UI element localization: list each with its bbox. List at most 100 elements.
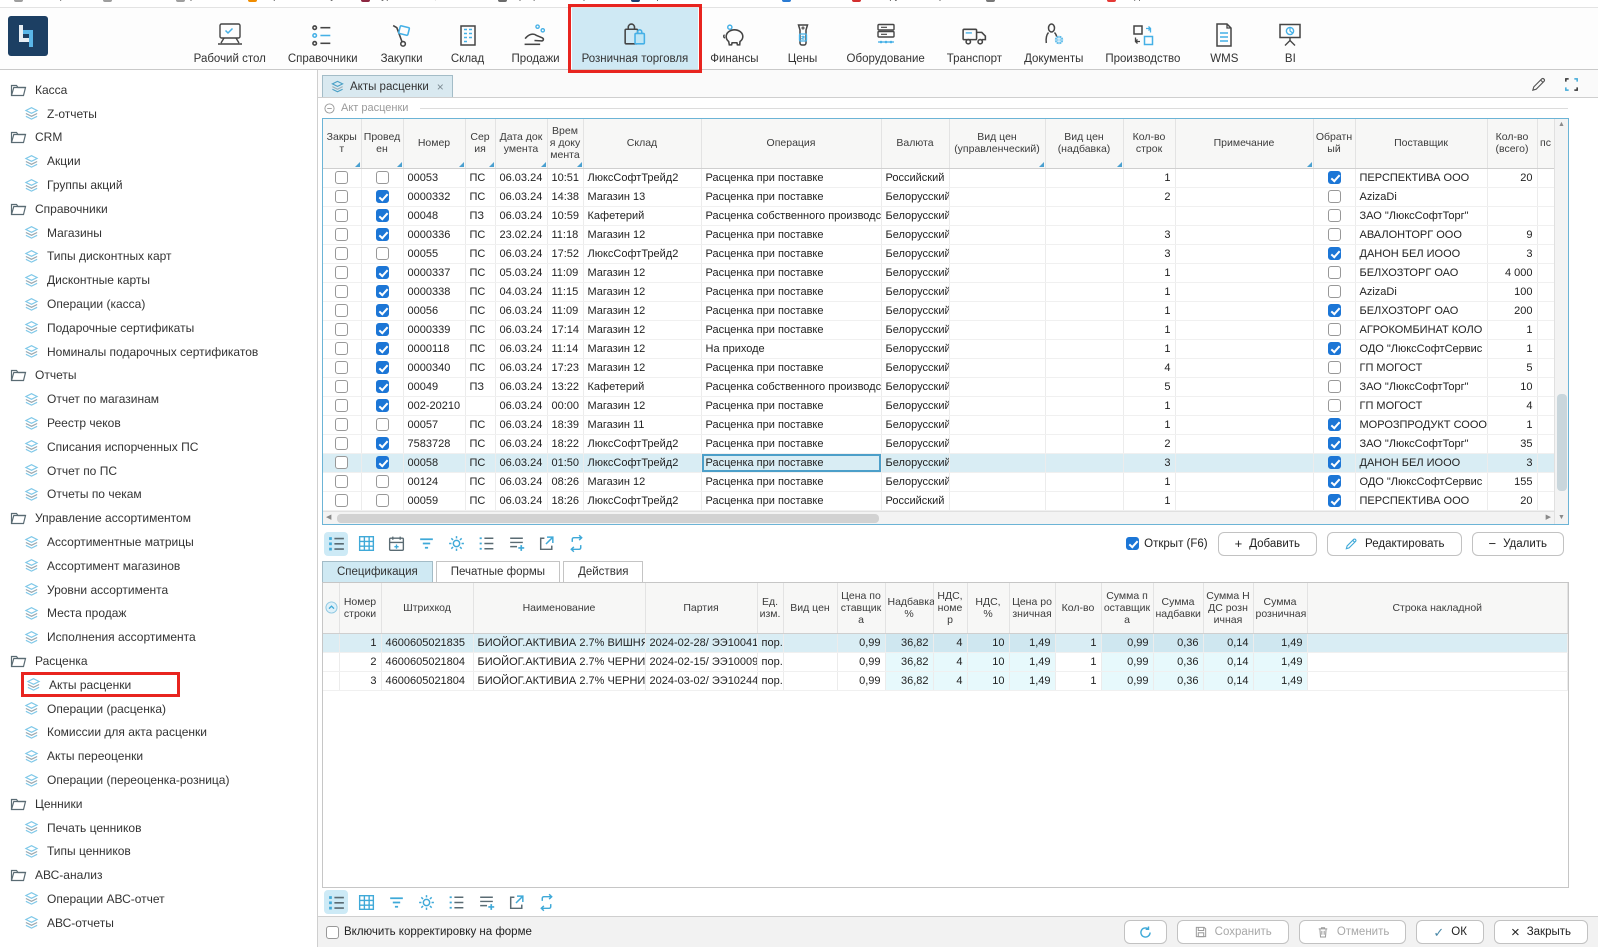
series[interactable]: ПС [465, 225, 495, 244]
doc-date[interactable]: 06.03.24 [495, 168, 547, 187]
closed[interactable] [323, 339, 361, 358]
table-row[interactable]: 0000337ПС05.03.2411:09Магазин 12Расценка… [323, 263, 1554, 282]
qty-total[interactable]: 5 [1487, 358, 1537, 377]
module-catalog[interactable]: Справочники [278, 8, 368, 69]
retail-sum[interactable]: 1,49 [1253, 653, 1307, 672]
line-count[interactable]: 2 [1123, 434, 1175, 453]
price-type[interactable] [783, 672, 837, 691]
markup-sum[interactable]: 0,36 [1153, 672, 1203, 691]
line-no[interactable]: 1 [339, 634, 381, 653]
operation[interactable]: Расценка при поставке [701, 434, 881, 453]
sidebar-item[interactable]: Отчет по ПС [0, 459, 317, 483]
checkbox[interactable] [1328, 190, 1341, 203]
checkbox[interactable] [335, 475, 348, 488]
doc-date[interactable]: 06.03.24 [495, 453, 547, 472]
checkbox[interactable] [1328, 361, 1341, 374]
price-type[interactable] [783, 634, 837, 653]
number[interactable]: 0000340 [403, 358, 465, 377]
approved[interactable] [361, 168, 403, 187]
operation[interactable]: Расценка при поставке [701, 225, 881, 244]
doc-date[interactable]: 06.03.24 [495, 415, 547, 434]
module-retail[interactable]: Розничная торговля [572, 8, 699, 69]
checkbox[interactable] [1328, 456, 1341, 469]
doc-time[interactable]: 18:39 [547, 415, 583, 434]
supplier[interactable]: БЕЛХОЗТОРГ ОАО [1355, 301, 1487, 320]
number[interactable]: 00057 [403, 415, 465, 434]
reverse[interactable] [1313, 263, 1355, 282]
doc-time[interactable]: 11:15 [547, 282, 583, 301]
checkbox[interactable] [376, 342, 389, 355]
qty-total[interactable]: 20 [1487, 168, 1537, 187]
doc-time[interactable]: 08:26 [547, 472, 583, 491]
doc-date[interactable]: 06.03.24 [495, 320, 547, 339]
closed[interactable] [323, 168, 361, 187]
gear-icon[interactable] [444, 532, 468, 556]
closed[interactable] [323, 225, 361, 244]
checkbox[interactable] [1328, 342, 1341, 355]
note[interactable] [1175, 339, 1313, 358]
stub[interactable] [1537, 282, 1554, 301]
reverse[interactable] [1313, 377, 1355, 396]
supplier[interactable]: БЕЛХОЗТОРГ ОАО [1355, 263, 1487, 282]
approved[interactable] [361, 339, 403, 358]
reverse[interactable] [1313, 396, 1355, 415]
checkbox[interactable] [376, 304, 389, 317]
supplier[interactable]: ЗАО "ЛюксСофтТорг" [1355, 206, 1487, 225]
checkbox[interactable] [335, 437, 348, 450]
approved[interactable] [361, 377, 403, 396]
table-row[interactable]: 7583728ПС06.03.2418:22ЛюксСофтТрейд2Расц… [323, 434, 1554, 453]
table-row[interactable]: 0000336ПС23.02.2411:18Магазин 12Расценка… [323, 225, 1554, 244]
note[interactable] [1175, 187, 1313, 206]
price-type-mgmt[interactable] [949, 453, 1045, 472]
unit[interactable]: пор. [757, 653, 783, 672]
checkbox[interactable] [376, 171, 389, 184]
price-type-markup[interactable] [1045, 491, 1123, 510]
note[interactable] [1175, 282, 1313, 301]
col-header-name[interactable]: Наименование [473, 583, 645, 634]
doc-time[interactable]: 01:50 [547, 453, 583, 472]
line-count[interactable]: 3 [1123, 244, 1175, 263]
currency[interactable]: Белорусский [881, 282, 949, 301]
checkbox[interactable] [335, 285, 348, 298]
col-header-closed[interactable]: Закрыт [323, 119, 361, 168]
currency[interactable]: Российский [881, 168, 949, 187]
doc-time[interactable]: 10:51 [547, 168, 583, 187]
vertical-scrollbar-thumb[interactable] [1557, 394, 1567, 491]
price-type-mgmt[interactable] [949, 339, 1045, 358]
doc-date[interactable]: 05.03.24 [495, 263, 547, 282]
checkbox[interactable] [335, 323, 348, 336]
checkbox[interactable] [1328, 399, 1341, 412]
series[interactable]: ПС [465, 320, 495, 339]
row-settings-icon[interactable] [324, 532, 348, 556]
stub[interactable] [1537, 168, 1554, 187]
invoice-line[interactable] [1307, 634, 1568, 653]
col-header-price-type-mgmt[interactable]: Вид цен (управленческий) [949, 119, 1045, 168]
number[interactable]: 00049 [403, 377, 465, 396]
approved[interactable] [361, 415, 403, 434]
closed[interactable] [323, 263, 361, 282]
line-count[interactable]: 1 [1123, 339, 1175, 358]
checkbox[interactable] [335, 361, 348, 374]
save-button[interactable]: Сохранить [1177, 920, 1289, 944]
checkbox[interactable] [1328, 380, 1341, 393]
series[interactable]: ПС [465, 491, 495, 510]
col-header-supplier-sum[interactable]: Сумма поставщика [1101, 583, 1153, 634]
col-header-vat-sum[interactable]: Сумма НДС розничная [1203, 583, 1253, 634]
qty-total[interactable]: 20 [1487, 491, 1537, 510]
retail-price[interactable]: 1,49 [1009, 634, 1055, 653]
vat-pct[interactable]: 10 [967, 653, 1009, 672]
number[interactable]: 00059 [403, 491, 465, 510]
price-type-markup[interactable] [1045, 472, 1123, 491]
number[interactable]: 0000339 [403, 320, 465, 339]
warehouse[interactable]: Магазин 12 [583, 472, 701, 491]
table-row[interactable]: 002-2021006.03.2400:00Магазин 12Расценка… [323, 396, 1554, 415]
col-header-currency[interactable]: Валюта [881, 119, 949, 168]
note[interactable] [1175, 491, 1313, 510]
edit-button[interactable]: Редактировать [1327, 532, 1461, 556]
vat-sum[interactable]: 0,14 [1203, 672, 1253, 691]
currency[interactable]: Российский [881, 491, 949, 510]
series[interactable]: ПС [465, 187, 495, 206]
module-prices[interactable]: Цены [771, 8, 835, 69]
col-header-price-type[interactable]: Вид цен [783, 583, 837, 634]
operation[interactable]: Расценка при поставке [701, 453, 881, 472]
